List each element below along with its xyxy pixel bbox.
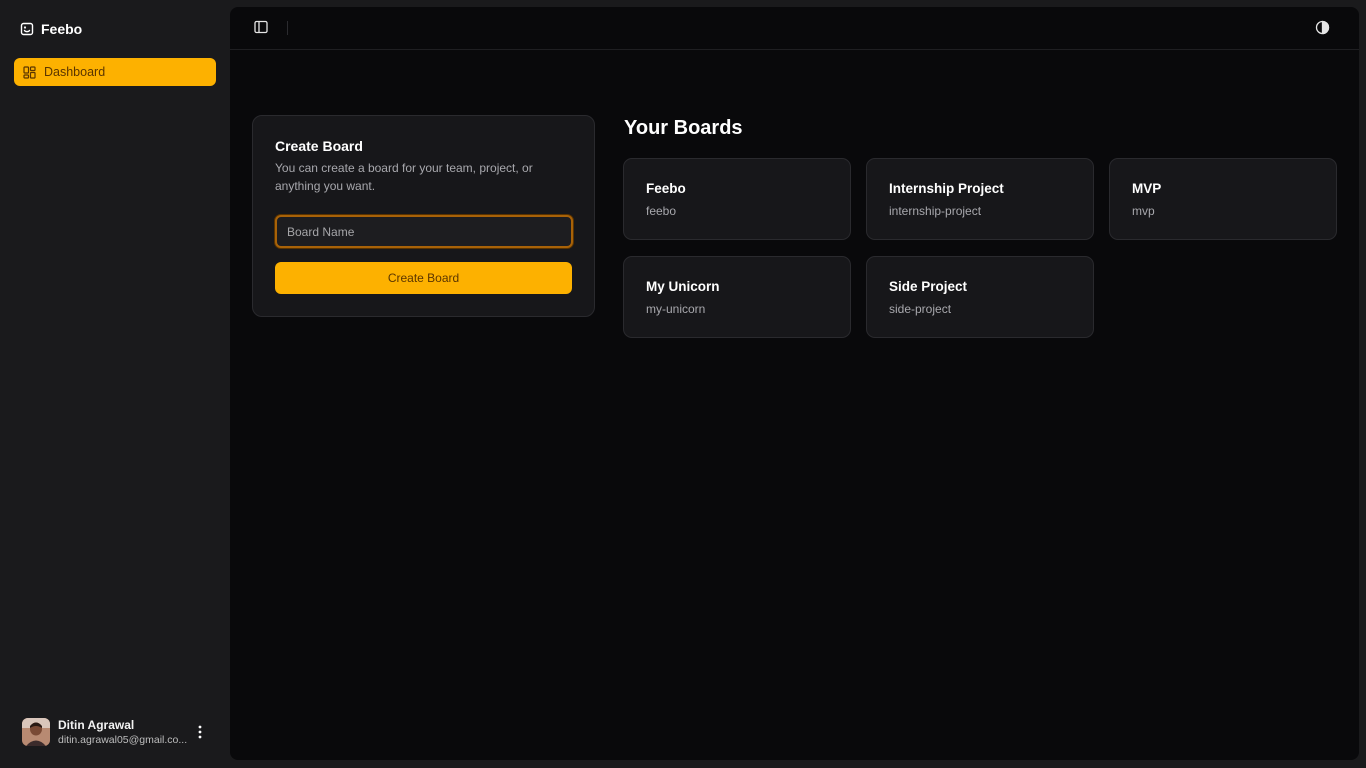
user-profile[interactable]: Ditin Agrawal ditin.agrawal05@gmail.co..… — [22, 717, 218, 747]
board-card[interactable]: Feebo feebo — [623, 158, 851, 240]
board-name: MVP — [1132, 181, 1162, 196]
board-slug: side-project — [889, 302, 952, 316]
create-board-description: You can create a board for your team, pr… — [275, 161, 533, 193]
brand[interactable]: Feebo — [20, 19, 82, 39]
board-card[interactable]: MVP mvp — [1109, 158, 1337, 240]
board-card[interactable]: My Unicorn my-unicorn — [623, 256, 851, 338]
topbar-divider — [287, 21, 288, 35]
create-board-title: Create Board — [275, 138, 363, 154]
sidebar-toggle-icon[interactable] — [254, 20, 269, 35]
avatar — [22, 718, 50, 746]
user-text: Ditin Agrawal ditin.agrawal05@gmail.co..… — [58, 718, 190, 747]
board-slug: my-unicorn — [646, 302, 706, 316]
board-name: Side Project — [889, 279, 968, 294]
sidebar-item-label: Dashboard — [44, 65, 106, 79]
board-name: Feebo — [646, 181, 686, 196]
board-slug: mvp — [1132, 204, 1155, 218]
board-slug: feebo — [646, 204, 677, 218]
topbar — [230, 7, 1359, 50]
theme-toggle-icon[interactable] — [1315, 20, 1330, 35]
more-vertical-icon[interactable] — [192, 724, 208, 740]
feebo-logo-icon — [20, 22, 34, 36]
user-email: ditin.agrawal05@gmail.co... — [58, 733, 188, 746]
board-name-input[interactable] — [275, 215, 573, 248]
sidebar: Feebo Dashboard Ditin Agrawal ditin.agra… — [0, 0, 230, 768]
app-root: Feebo Dashboard Ditin Agrawal ditin.agra… — [0, 0, 1366, 768]
board-name: Internship Project — [889, 181, 1004, 196]
board-slug: internship-project — [889, 204, 982, 218]
brand-name: Feebo — [41, 21, 83, 37]
create-board-card: Create Board You can create a board for … — [252, 115, 595, 317]
create-board-button[interactable]: Create Board — [275, 262, 572, 294]
dashboard-grid-icon — [23, 65, 36, 79]
user-name: Ditin Agrawal — [58, 717, 135, 732]
sidebar-item-dashboard[interactable]: Dashboard — [14, 58, 216, 86]
board-card[interactable]: Side Project side-project — [866, 256, 1094, 338]
board-card[interactable]: Internship Project internship-project — [866, 158, 1094, 240]
boards-heading: Your Boards — [624, 117, 743, 139]
main-panel: Create Board You can create a board for … — [230, 7, 1359, 760]
board-name: My Unicorn — [646, 279, 720, 294]
